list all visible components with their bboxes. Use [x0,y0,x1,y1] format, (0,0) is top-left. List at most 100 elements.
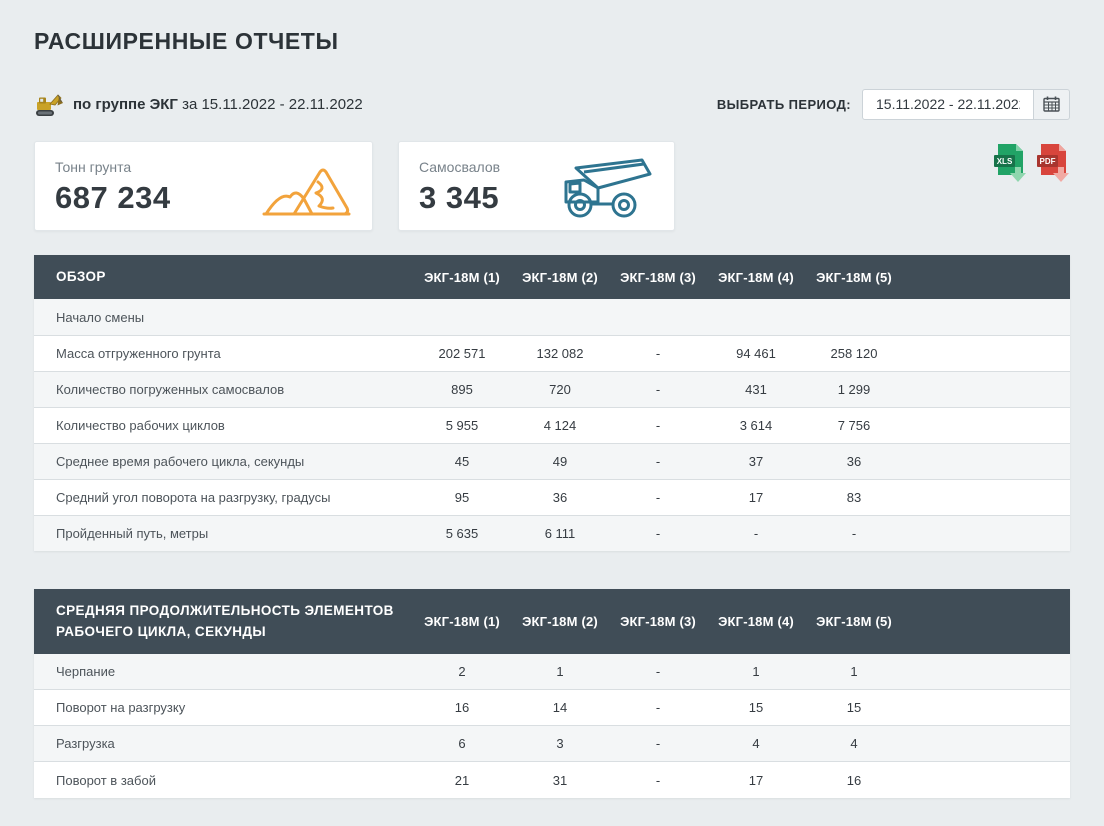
export-xls-button[interactable]: XLS [993,143,1027,183]
table-row: Поворот в забой2131-1716 [34,762,1070,798]
row-filler [903,690,1070,726]
trucks-card-text: Самосвалов 3 345 [419,154,500,220]
cell-value: 83 [805,479,903,515]
cell-value: 6 [413,726,511,762]
dump-truck-icon [556,154,654,220]
column-header: ЭКГ-18М (2) [511,589,609,654]
tons-label: Тонн грунта [55,159,171,175]
row-label: Поворот в забой [34,762,413,798]
cell-value: - [609,654,707,690]
cell-value: 37 [707,443,805,479]
subtitle-text: по группе ЭКГ за 15.11.2022 - 22.11.2022 [73,96,363,113]
cell-value: 258 120 [805,335,903,371]
row-label: Поворот на разгрузку [34,690,413,726]
cycle-duration-table-header: СРЕДНЯЯ ПРОДОЛЖИТЕЛЬНОСТЬ ЭЛЕМЕНТОВ РАБО… [34,589,1070,654]
row-label: Черпание [34,654,413,690]
cell-value: 49 [511,443,609,479]
cell-value: 4 124 [511,407,609,443]
subheader-row: по группе ЭКГ за 15.11.2022 - 22.11.2022… [34,88,1070,120]
row-label: Средний угол поворота на разгрузку, град… [34,479,413,515]
mountain-icon [260,156,352,218]
cell-value: - [609,335,707,371]
cell-value: 720 [511,371,609,407]
table-row: Разгрузка63-44 [34,726,1070,762]
cell-value: 1 [707,654,805,690]
column-header: ЭКГ-18М (1) [413,589,511,654]
row-filler [903,335,1070,371]
overview-table: ОБЗОР ЭКГ-18М (1)ЭКГ-18М (2)ЭКГ-18М (3)Э… [34,255,1070,551]
row-label: Разгрузка [34,726,413,762]
cell-value: - [707,515,805,551]
table-row: Пройденный путь, метры5 6356 111--- [34,515,1070,551]
period-group [862,89,1070,120]
cell-value: 94 461 [707,335,805,371]
cell-value: 2 [413,654,511,690]
cell-value: - [805,515,903,551]
subtitle-group: по группе ЭКГ [73,96,178,113]
cell-value [707,299,805,335]
table-row: Средний угол поворота на разгрузку, град… [34,479,1070,515]
cell-value: 132 082 [511,335,609,371]
cell-value: 3 614 [707,407,805,443]
column-header: ЭКГ-18М (3) [609,589,707,654]
tons-value: 687 234 [55,180,171,216]
period-input[interactable] [862,89,1034,120]
cell-value: 1 [511,654,609,690]
cell-value: - [609,690,707,726]
period-label: ВЫБРАТЬ ПЕРИОД: [717,97,851,112]
table-row: Среднее время рабочего цикла, секунды454… [34,443,1070,479]
table-row: Количество рабочих циклов5 9554 124-3 61… [34,407,1070,443]
cell-value: 36 [805,443,903,479]
report-subtitle: по группе ЭКГ за 15.11.2022 - 22.11.2022 [34,91,363,117]
cell-value: 21 [413,762,511,798]
header-filler [903,589,1070,654]
row-filler [903,371,1070,407]
overview-table-body: Начало сменыМасса отгруженного грунта202… [34,299,1070,551]
calendar-button[interactable] [1034,89,1070,120]
row-filler [903,762,1070,798]
cell-value: - [609,726,707,762]
row-label: Количество погруженных самосвалов [34,371,413,407]
xls-label: XLS [997,157,1013,166]
row-filler [903,479,1070,515]
cell-value [413,299,511,335]
cell-value: 16 [413,690,511,726]
row-filler [903,515,1070,551]
column-header: ЭКГ-18М (5) [805,589,903,654]
cell-value [805,299,903,335]
subtitle-period: за 15.11.2022 - 22.11.2022 [182,96,363,113]
row-label: Пройденный путь, метры [34,515,413,551]
table-title: СРЕДНЯЯ ПРОДОЛЖИТЕЛЬНОСТЬ ЭЛЕМЕНТОВ РАБО… [34,589,413,654]
cell-value: - [609,443,707,479]
cell-value: 5 955 [413,407,511,443]
cell-value: 15 [805,690,903,726]
cycle-duration-table: СРЕДНЯЯ ПРОДОЛЖИТЕЛЬНОСТЬ ЭЛЕМЕНТОВ РАБО… [34,589,1070,798]
cell-value: - [609,515,707,551]
export-buttons: XLS PDF [993,141,1070,183]
row-filler [903,654,1070,690]
pdf-label: PDF [1040,157,1056,166]
cell-value: 431 [707,371,805,407]
cell-value: 4 [707,726,805,762]
cell-value: - [609,762,707,798]
cell-value: 1 [805,654,903,690]
table-row: Черпание21-11 [34,654,1070,690]
trucks-value: 3 345 [419,180,500,216]
row-filler [903,407,1070,443]
cycle-duration-table-body: Черпание21-11Поворот на разгрузку1614-15… [34,654,1070,798]
period-control: ВЫБРАТЬ ПЕРИОД: [717,89,1070,120]
row-label: Количество рабочих циклов [34,407,413,443]
overview-table-header: ОБЗОР ЭКГ-18М (1)ЭКГ-18М (2)ЭКГ-18М (3)Э… [34,255,1070,299]
cell-value: 4 [805,726,903,762]
calendar-icon [1043,96,1060,112]
cell-value: 1 299 [805,371,903,407]
table-title: ОБЗОР [34,255,413,299]
excavator-icon [34,91,64,117]
export-pdf-button[interactable]: PDF [1036,143,1070,183]
cell-value [609,299,707,335]
table-row: Поворот на разгрузку1614-1515 [34,690,1070,726]
cell-value [511,299,609,335]
cell-value: 95 [413,479,511,515]
cell-value: 17 [707,762,805,798]
row-label: Среднее время рабочего цикла, секунды [34,443,413,479]
